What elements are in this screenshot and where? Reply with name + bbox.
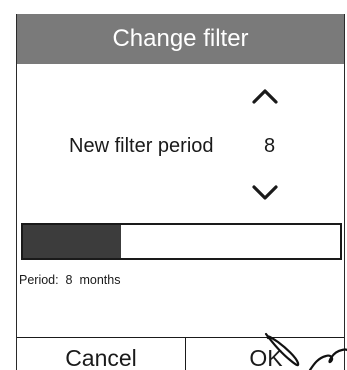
- period-summary: Period: 8 months: [19, 273, 121, 287]
- progress-fill: [23, 225, 122, 258]
- chevron-down-icon: [252, 185, 278, 200]
- chevron-up-icon: [252, 89, 278, 104]
- increment-button[interactable]: [249, 85, 281, 107]
- ok-button[interactable]: OK: [186, 338, 344, 370]
- filter-period-label: New filter period: [69, 135, 214, 157]
- filter-period-value: 8: [264, 135, 276, 157]
- filter-period-stepper: New filter period 8: [17, 131, 344, 161]
- period-progress-bar: [21, 223, 342, 260]
- dialog-title: Change filter: [17, 14, 344, 64]
- button-row: Cancel OK: [17, 337, 344, 370]
- filter-dialog: Change filter New filter period 8 Period…: [16, 14, 345, 370]
- cancel-button[interactable]: Cancel: [17, 338, 186, 370]
- decrement-button[interactable]: [249, 182, 281, 204]
